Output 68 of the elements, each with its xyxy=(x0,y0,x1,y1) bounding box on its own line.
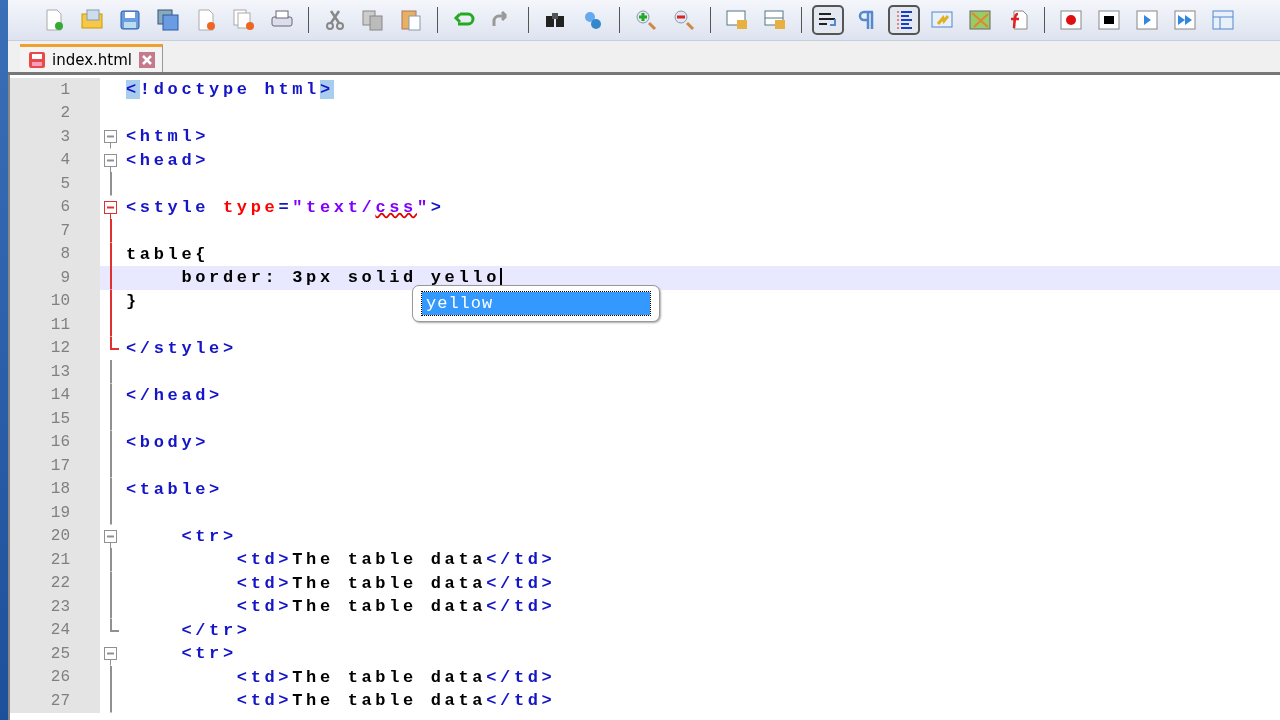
line-number: 15 xyxy=(50,409,70,428)
zoom-in-icon[interactable] xyxy=(634,8,658,32)
line-number: 8 xyxy=(60,245,70,264)
line-number: 20 xyxy=(50,527,70,546)
code-line: <td>The table data</td> xyxy=(235,667,556,687)
line-number: 12 xyxy=(50,339,70,358)
code-line: <!doctype html> xyxy=(126,80,334,100)
code-line: table{ xyxy=(126,244,210,264)
code-line: <td>The table data</td> xyxy=(235,597,556,617)
line-number: 3 xyxy=(60,127,70,146)
line-number: 7 xyxy=(60,221,70,240)
code-line: <html> xyxy=(126,127,210,147)
fold-end xyxy=(109,618,119,632)
line-number: 14 xyxy=(50,386,70,405)
lock-window-icon[interactable] xyxy=(725,8,749,32)
line-number: 4 xyxy=(60,151,70,170)
line-number: 19 xyxy=(50,503,70,522)
code-line: </style> xyxy=(126,338,237,358)
play-icon[interactable] xyxy=(1135,8,1159,32)
code-line: <head> xyxy=(126,150,210,170)
line-number: 26 xyxy=(50,668,70,687)
code-line: <td>The table data</td> xyxy=(235,691,556,711)
line-number: 11 xyxy=(50,315,70,334)
zoom-out-icon[interactable] xyxy=(672,8,696,32)
line-number: 24 xyxy=(50,621,70,640)
save-all-icon[interactable] xyxy=(156,8,180,32)
line-number: 25 xyxy=(50,644,70,663)
line-number: 1 xyxy=(60,80,70,99)
line-number: 23 xyxy=(50,597,70,616)
line-number: 6 xyxy=(60,198,70,217)
map-icon[interactable] xyxy=(968,8,992,32)
code-line: <style type="text/css"> xyxy=(126,197,445,217)
code-line: </tr> xyxy=(180,620,251,640)
stop-icon[interactable] xyxy=(1097,8,1121,32)
close-icon[interactable] xyxy=(138,50,156,69)
line-number: 17 xyxy=(50,456,70,475)
folder-icon[interactable] xyxy=(80,8,104,32)
file-icon xyxy=(28,50,46,69)
line-number: 16 xyxy=(50,433,70,452)
line-number: 22 xyxy=(50,574,70,593)
line-number: 13 xyxy=(50,362,70,381)
code-line: <tr> xyxy=(180,644,237,664)
code-line: } xyxy=(126,291,140,311)
file-tab[interactable]: index.html xyxy=(20,44,163,72)
paste-icon[interactable] xyxy=(399,8,423,32)
line-number: 2 xyxy=(60,104,70,123)
fast-forward-icon[interactable] xyxy=(1173,8,1197,32)
code-line: <tr> xyxy=(180,526,237,546)
lock-window-icon[interactable] xyxy=(763,8,787,32)
code-line: </head> xyxy=(126,385,223,405)
fold-line xyxy=(109,172,112,196)
code-line: <table> xyxy=(126,479,223,499)
line-number: 18 xyxy=(50,480,70,499)
line-number: 21 xyxy=(50,550,70,569)
copy-icon[interactable] xyxy=(361,8,385,32)
close-all-icon[interactable] xyxy=(232,8,256,32)
code-line: <td>The table data</td> xyxy=(235,573,556,593)
line-number: 9 xyxy=(60,268,70,287)
line-number: 10 xyxy=(50,292,70,311)
save-icon[interactable] xyxy=(118,8,142,32)
scissors-icon[interactable] xyxy=(323,8,347,32)
code-line: <td>The table data</td> xyxy=(235,550,556,570)
line-number: 27 xyxy=(50,691,70,710)
fold-end xyxy=(109,336,119,350)
code-line: <body> xyxy=(126,432,210,452)
line-number: 5 xyxy=(60,174,70,193)
record-icon[interactable] xyxy=(1059,8,1083,32)
panel-icon[interactable] xyxy=(1211,8,1235,32)
